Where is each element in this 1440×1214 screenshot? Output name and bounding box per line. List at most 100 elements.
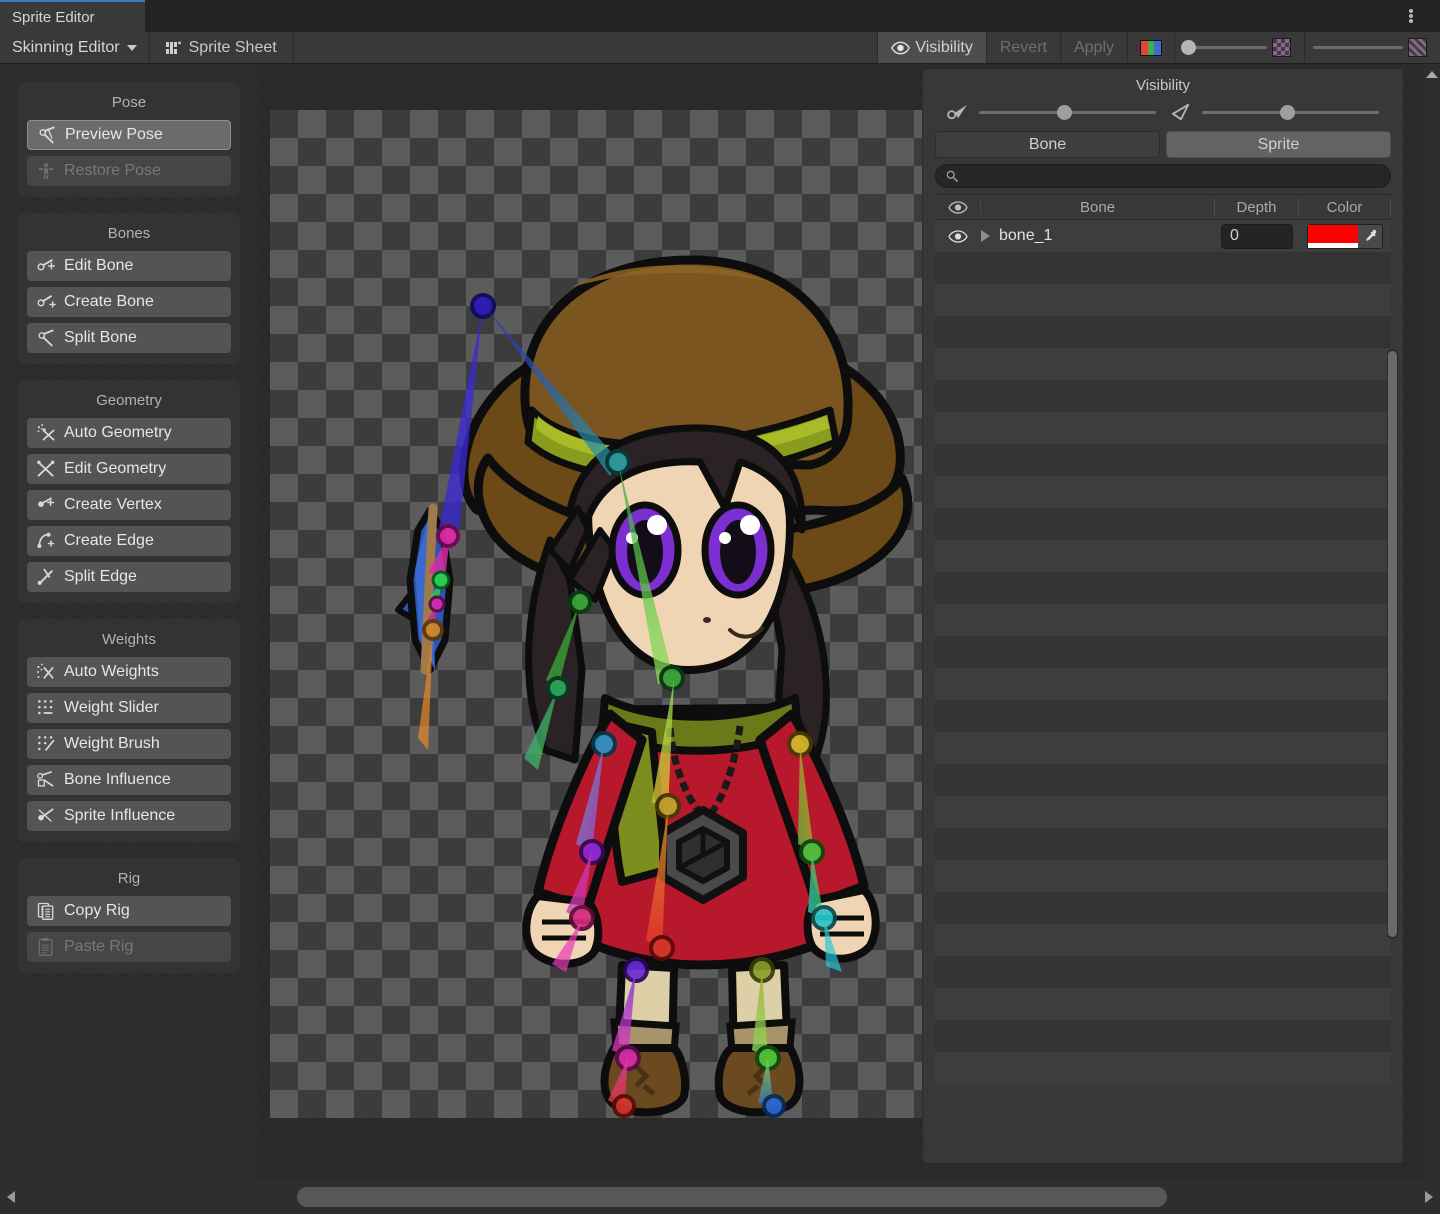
table-row-empty [935,988,1391,1020]
bone-outline-icon [1170,103,1192,121]
character-sprite[interactable] [270,110,922,1118]
split-edge-icon [36,567,56,587]
row-color-cell[interactable] [1299,224,1391,249]
table-row-empty [935,284,1391,316]
weight-brush-icon [36,734,56,754]
column-visibility-header[interactable] [935,201,981,214]
horizontal-scroll-track[interactable] [22,1187,1418,1207]
paste-rig-icon [36,937,56,957]
toolbar-spacer [294,32,878,63]
restore-pose-icon [36,161,56,181]
sprite-opacity-slider[interactable] [1170,103,1379,121]
visibility-toggle-button[interactable]: Visibility [877,32,986,63]
channel-color-button[interactable] [1127,32,1174,63]
weight-slider-label: Weight Slider [64,699,159,717]
table-row-empty [935,1052,1391,1084]
table-row-empty [935,508,1391,540]
table-row-empty [935,764,1391,796]
main-toolbar: Skinning Editor Sprite Sheet Visibil [0,32,1440,64]
expand-triangle-icon[interactable] [981,230,990,242]
create-vertex-button[interactable]: Create Vertex [27,490,231,520]
scroll-up-button[interactable] [1424,67,1440,81]
sprite-sheet-button[interactable]: Sprite Sheet [150,32,294,63]
pattern-slider[interactable] [1304,32,1440,63]
panel-vertical-scrollbar[interactable] [1387,349,1398,939]
table-row-empty [935,572,1391,604]
edit-geometry-button[interactable]: Edit Geometry [27,454,231,484]
row-bone-name-cell[interactable]: bone_1 [981,227,1215,245]
sprite-sheet-label: Sprite Sheet [189,39,277,57]
opacity-slider[interactable] [1174,32,1304,63]
revert-button[interactable]: Revert [986,32,1060,63]
edit-geometry-label: Edit Geometry [64,460,166,478]
weight-slider-button[interactable]: Weight Slider [27,693,231,723]
editor-mode-dropdown[interactable]: Skinning Editor [0,32,150,63]
create-edge-button[interactable]: Create Edge [27,526,231,556]
search-input[interactable] [964,169,1380,184]
bone-influence-button[interactable]: Bone Influence [27,765,231,795]
group-title-pose: Pose [27,90,231,120]
bone-table-body: bone_1 [935,220,1391,1084]
tab-sprite-editor[interactable]: Sprite Editor [0,0,145,32]
auto-geometry-icon [36,423,56,443]
create-bone-label: Create Bone [64,293,154,311]
split-bone-button[interactable]: Split Bone [27,323,231,353]
tab-bone[interactable]: Bone [935,131,1160,158]
search-bar[interactable] [935,164,1391,188]
color-swatch-button[interactable] [1307,224,1383,249]
paste-rig-label: Paste Rig [64,938,133,956]
outer-horizontal-scrollbar[interactable] [0,1180,1440,1214]
preview-pose-button[interactable]: Preview Pose [27,120,231,150]
auto-weights-label: Auto Weights [64,663,159,681]
tab-label: Sprite Editor [12,9,95,26]
weight-brush-button[interactable]: Weight Brush [27,729,231,759]
restore-pose-button[interactable]: Restore Pose [27,156,231,186]
sprite-influence-button[interactable]: Sprite Influence [27,801,231,831]
edit-bone-button[interactable]: Edit Bone [27,251,231,281]
table-row-empty [935,380,1391,412]
search-icon [946,170,958,182]
sprite-influence-label: Sprite Influence [64,807,175,825]
preview-pose-label: Preview Pose [65,126,163,144]
outer-vertical-scrollbar[interactable] [1424,64,1440,1180]
sprite-canvas-area[interactable]: Visibility [258,64,1424,1180]
auto-weights-button[interactable]: Auto Weights [27,657,231,687]
row-depth-cell[interactable] [1215,224,1299,249]
tab-sprite[interactable]: Sprite [1166,131,1391,158]
bone-opacity-slider[interactable] [947,103,1156,121]
auto-geometry-button[interactable]: Auto Geometry [27,418,231,448]
column-color-header[interactable]: Color [1299,199,1391,216]
more-options-icon[interactable] [1402,5,1420,27]
row-visibility-toggle[interactable] [935,230,981,243]
copy-rig-label: Copy Rig [64,902,130,920]
group-title-rig: Rig [27,866,231,896]
checker-pattern-icon [1272,38,1291,57]
horizontal-scroll-thumb[interactable] [297,1187,1167,1207]
copy-rig-icon [36,901,56,921]
column-bone-header[interactable]: Bone [981,199,1215,216]
table-row[interactable]: bone_1 [935,220,1391,252]
restore-pose-label: Restore Pose [64,162,161,180]
visibility-label: Visibility [915,39,973,57]
table-row-empty [935,700,1391,732]
scroll-right-button[interactable] [1418,1191,1440,1203]
visibility-panel-title: Visibility [923,69,1403,103]
window-titlebar: Sprite Editor [0,0,1440,32]
revert-label: Revert [1000,39,1047,57]
weight-brush-label: Weight Brush [64,735,160,753]
tab-bone-label: Bone [1029,136,1066,154]
table-row-empty [935,796,1391,828]
table-row-empty [935,476,1391,508]
split-edge-button[interactable]: Split Edge [27,562,231,592]
create-bone-button[interactable]: Create Bone [27,287,231,317]
column-depth-header[interactable]: Depth [1215,199,1299,216]
paste-rig-button[interactable]: Paste Rig [27,932,231,962]
table-row-empty [935,668,1391,700]
scroll-left-button[interactable] [0,1191,22,1203]
apply-button[interactable]: Apply [1060,32,1127,63]
auto-weights-icon [36,662,56,682]
copy-rig-button[interactable]: Copy Rig [27,896,231,926]
eyedropper-icon[interactable] [1358,225,1382,248]
table-row-empty [935,604,1391,636]
depth-input[interactable] [1221,224,1293,249]
